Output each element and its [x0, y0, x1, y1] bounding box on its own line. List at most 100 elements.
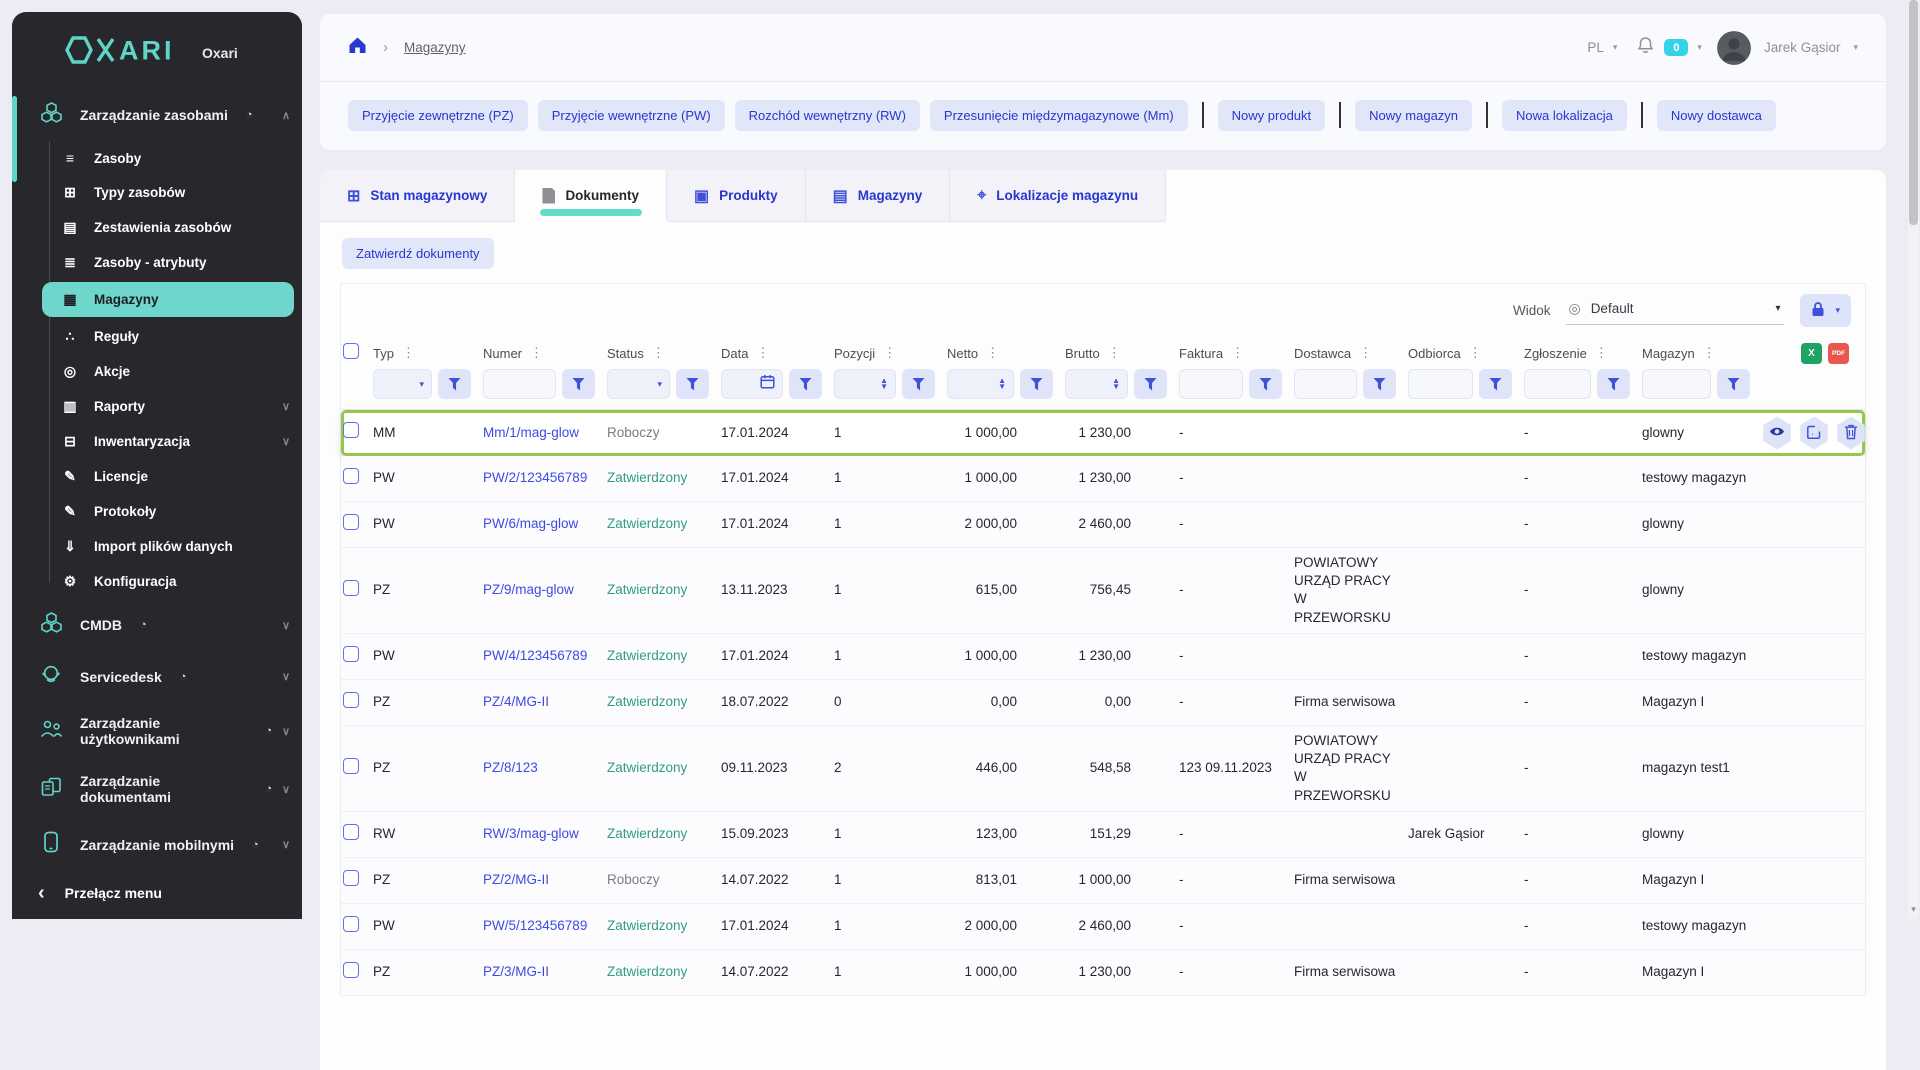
filter-text-input[interactable]: [1408, 369, 1473, 399]
sidebar-item-zasoby-atrybuty[interactable]: ≣Zasoby - atrybuty: [12, 245, 302, 280]
chevron-down-icon[interactable]: ∨: [282, 400, 290, 413]
edit-button[interactable]: [1799, 417, 1829, 450]
sidebar-item-konfiguracja[interactable]: ⚙Konfiguracja: [12, 564, 302, 599]
column-header-typ[interactable]: Typ⋮: [373, 345, 483, 361]
export-pdf-icon[interactable]: PDF: [1828, 343, 1849, 364]
document-number-link[interactable]: PW/5/123456789: [483, 918, 587, 933]
row-checkbox[interactable]: [343, 692, 359, 708]
user-menu-caret-icon[interactable]: ▾: [1853, 42, 1858, 53]
filter-funnel-button[interactable]: [789, 369, 822, 399]
sidebar-item-cmdb[interactable]: CMDB◔∨: [12, 599, 302, 651]
filter-number-input[interactable]: ▲▼: [1065, 369, 1128, 399]
column-menu-icon[interactable]: ⋮: [1469, 345, 1482, 361]
document-number-link[interactable]: PW/6/mag-glow: [483, 516, 578, 531]
column-menu-icon[interactable]: ⋮: [1231, 345, 1244, 361]
filter-funnel-button[interactable]: [1597, 369, 1630, 399]
table-row[interactable]: PZPZ/2/MG-IIRoboczy14.07.20221813,011 00…: [341, 858, 1865, 904]
column-menu-icon[interactable]: ⋮: [1359, 345, 1372, 361]
column-menu-icon[interactable]: ⋮: [986, 345, 999, 361]
create-button-2[interactable]: Nowy magazyn: [1355, 100, 1472, 131]
document-number-link[interactable]: PW/4/123456789: [483, 648, 587, 663]
document-number-link[interactable]: PZ/3/MG-II: [483, 964, 549, 979]
notification-badge[interactable]: 0: [1664, 39, 1688, 56]
chevron-down-icon[interactable]: ∨: [282, 670, 290, 683]
filter-select-input[interactable]: ▾: [607, 369, 670, 399]
document-number-link[interactable]: PZ/4/MG-II: [483, 694, 549, 709]
filter-funnel-button[interactable]: [1363, 369, 1396, 399]
table-row[interactable]: PWPW/5/123456789Zatwierdzony17.01.202412…: [341, 904, 1865, 950]
row-checkbox[interactable]: [343, 758, 359, 774]
column-menu-icon[interactable]: ⋮: [530, 345, 543, 361]
table-row[interactable]: PZPZ/8/123Zatwierdzony09.11.20232446,005…: [341, 726, 1865, 812]
sidebar-item-import-plikow-danych[interactable]: ⇓Import plików danych: [12, 529, 302, 564]
row-checkbox[interactable]: [343, 962, 359, 978]
chevron-down-icon[interactable]: ∨: [282, 783, 290, 796]
view-select[interactable]: ◎ Default ▾: [1566, 296, 1784, 325]
sidebar-item-magazyny[interactable]: ▦Magazyny: [42, 282, 294, 317]
home-icon[interactable]: [348, 36, 367, 59]
column-header-zgłoszenie[interactable]: Zgłoszenie⋮: [1524, 345, 1642, 361]
approve-documents-button[interactable]: Zatwierdź dokumenty: [342, 238, 494, 269]
document-action-button-2[interactable]: Przyjęcie wewnętrzne (PW): [538, 100, 725, 131]
dropdown-caret-icon[interactable]: ▾: [419, 379, 424, 390]
row-checkbox[interactable]: [343, 824, 359, 840]
filter-text-input[interactable]: [1294, 369, 1357, 399]
lock-view-button[interactable]: ▾: [1800, 294, 1851, 327]
filter-text-input[interactable]: [1179, 369, 1243, 399]
create-button-1[interactable]: Nowy produkt: [1218, 100, 1325, 131]
sidebar-item-raporty[interactable]: ▥Raporty∨: [12, 389, 302, 424]
filter-funnel-button[interactable]: [676, 369, 709, 399]
chevron-up-icon[interactable]: ∧: [282, 109, 290, 122]
scrollbar-thumb[interactable]: [1909, 0, 1918, 225]
column-menu-icon[interactable]: ⋮: [1703, 345, 1716, 361]
column-header-data[interactable]: Data⋮: [721, 345, 834, 361]
preview-button[interactable]: [1762, 417, 1792, 450]
column-menu-icon[interactable]: ⋮: [652, 345, 665, 361]
document-number-link[interactable]: PZ/2/MG-II: [483, 872, 549, 887]
sidebar-item-inwentaryzacja[interactable]: ⊟Inwentaryzacja∨: [12, 424, 302, 459]
bell-icon[interactable]: [1636, 36, 1655, 60]
filter-number-input[interactable]: ▲▼: [834, 369, 896, 399]
filter-funnel-button[interactable]: [1717, 369, 1750, 399]
filter-funnel-button[interactable]: [902, 369, 935, 399]
table-row[interactable]: PZPZ/4/MG-IIZatwierdzony18.07.202200,000…: [341, 680, 1865, 726]
create-button-4[interactable]: Nowy dostawca: [1657, 100, 1776, 131]
table-row[interactable]: PWPW/2/123456789Zatwierdzony17.01.202411…: [341, 456, 1865, 502]
table-row[interactable]: PWPW/6/mag-glowZatwierdzony17.01.202412 …: [341, 502, 1865, 548]
sidebar-item-reguly[interactable]: ∴Reguły: [12, 319, 302, 354]
column-header-numer[interactable]: Numer⋮: [483, 345, 607, 361]
number-spinner[interactable]: ▲▼: [1112, 378, 1120, 390]
export-excel-icon[interactable]: X: [1801, 343, 1822, 364]
table-row[interactable]: PZPZ/9/mag-glowZatwierdzony13.11.2023161…: [341, 548, 1865, 634]
filter-text-input[interactable]: [1642, 369, 1711, 399]
table-row[interactable]: RWRW/3/mag-glowZatwierdzony15.09.2023112…: [341, 812, 1865, 858]
sidebar-item-zasoby[interactable]: ≡Zasoby: [12, 141, 302, 175]
avatar[interactable]: [1717, 31, 1751, 65]
tab-magazyny[interactable]: ▤Magazyny: [806, 170, 951, 222]
sidebar-item-akcje[interactable]: ◎Akcje: [12, 354, 302, 389]
number-spinner[interactable]: ▲▼: [998, 378, 1006, 390]
row-checkbox[interactable]: [343, 468, 359, 484]
filter-funnel-button[interactable]: [1479, 369, 1512, 399]
document-action-button-1[interactable]: Przyjęcie zewnętrzne (PZ): [348, 100, 528, 131]
table-row[interactable]: PWPW/4/123456789Zatwierdzony17.01.202411…: [341, 634, 1865, 680]
filter-funnel-button[interactable]: [1249, 369, 1282, 399]
sidebar-item-servicedesk[interactable]: Servicedesk◔∨: [12, 651, 302, 702]
column-menu-icon[interactable]: ⋮: [1595, 345, 1608, 361]
column-header-status[interactable]: Status⋮: [607, 345, 721, 361]
chevron-down-icon[interactable]: ∨: [282, 435, 290, 448]
column-header-brutto[interactable]: Brutto⋮: [1065, 345, 1179, 361]
document-number-link[interactable]: PZ/9/mag-glow: [483, 582, 574, 597]
filter-funnel-button[interactable]: [438, 369, 471, 399]
tab-lokalizacje-magazynu[interactable]: ⌖Lokalizacje magazynu: [950, 170, 1166, 222]
table-row[interactable]: MMMm/1/mag-glowRoboczy17.01.202411 000,0…: [341, 410, 1865, 456]
column-header-netto[interactable]: Netto⋮: [947, 345, 1065, 361]
document-number-link[interactable]: Mm/1/mag-glow: [483, 425, 579, 440]
row-checkbox[interactable]: [343, 422, 359, 438]
dropdown-caret-icon[interactable]: ▾: [657, 379, 662, 390]
language-caret-icon[interactable]: ▾: [1613, 42, 1618, 53]
document-number-link[interactable]: RW/3/mag-glow: [483, 826, 579, 841]
create-button-3[interactable]: Nowa lokalizacja: [1502, 100, 1627, 131]
select-all-checkbox[interactable]: [343, 343, 359, 359]
delete-button[interactable]: [1836, 417, 1866, 450]
